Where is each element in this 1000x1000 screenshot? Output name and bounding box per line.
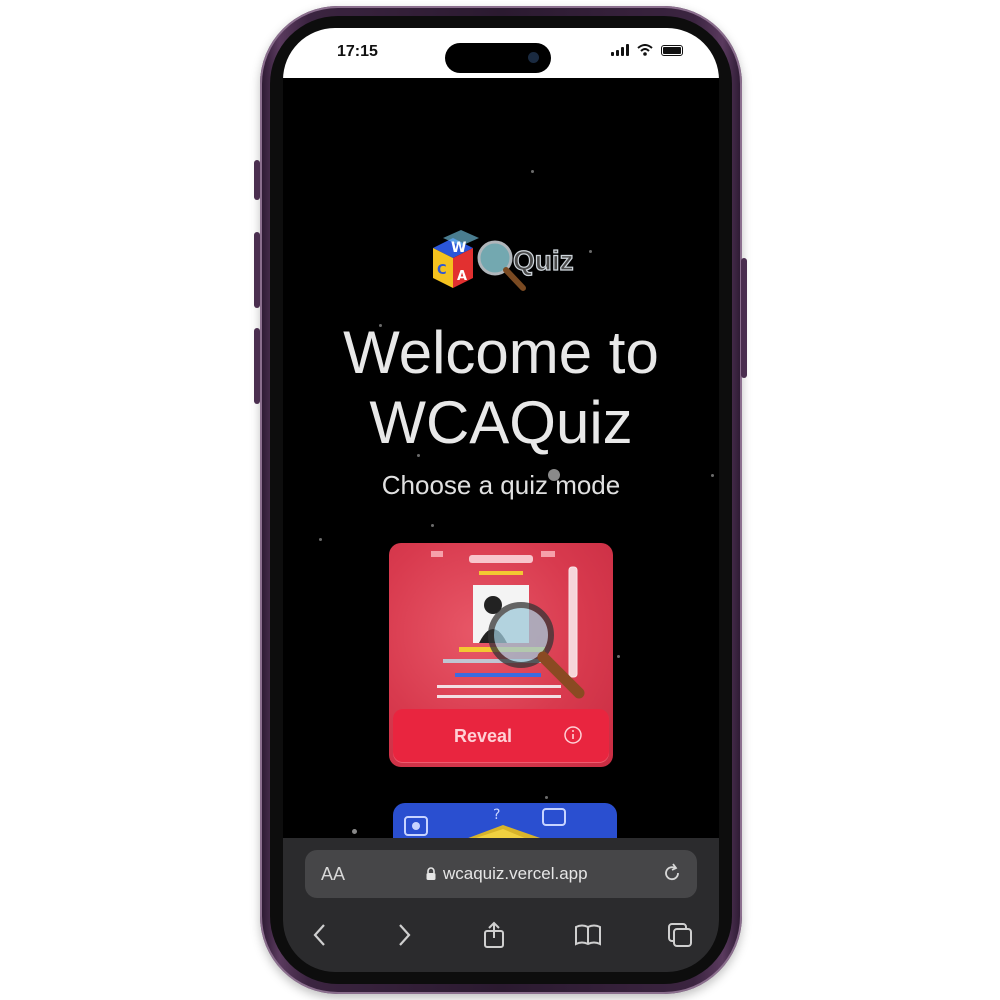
svg-text:A: A bbox=[457, 269, 467, 284]
question-mark-icon: ? bbox=[493, 807, 500, 823]
page-subtitle: Choose a quiz mode bbox=[381, 470, 621, 500]
back-icon[interactable] bbox=[305, 920, 335, 950]
status-icons bbox=[611, 44, 683, 56]
lock-icon bbox=[426, 867, 436, 880]
reveal-label: Reveal bbox=[453, 726, 513, 746]
svg-text:C: C bbox=[437, 263, 447, 278]
web-page: W C A Quiz Welcome to WCAQuiz Choose a q… bbox=[283, 78, 719, 863]
forward-icon[interactable] bbox=[389, 920, 419, 950]
camera-icon bbox=[528, 52, 539, 63]
reload-icon[interactable] bbox=[661, 862, 683, 884]
svg-text:W: W bbox=[451, 240, 466, 256]
info-icon[interactable] bbox=[563, 725, 583, 745]
reveal-button[interactable]: Reveal bbox=[393, 709, 609, 763]
logo-text: Quiz bbox=[513, 245, 574, 276]
navigation-toolbar bbox=[283, 914, 719, 958]
title-line-1: Welcome to bbox=[343, 319, 659, 386]
volume-down-button bbox=[254, 328, 260, 404]
browser-toolbar: AA wcaquiz.vercel.app bbox=[283, 838, 719, 972]
cellular-signal-icon bbox=[611, 44, 629, 56]
battery-icon bbox=[661, 44, 683, 56]
page-title: Welcome to WCAQuiz bbox=[283, 318, 719, 458]
power-button bbox=[741, 258, 747, 378]
tabs-icon[interactable] bbox=[665, 920, 695, 950]
star bbox=[531, 170, 534, 173]
star bbox=[319, 538, 322, 541]
star bbox=[617, 655, 620, 658]
url-display[interactable]: wcaquiz.vercel.app bbox=[425, 864, 588, 884]
star bbox=[545, 796, 548, 799]
star bbox=[431, 524, 434, 527]
reveal-mode-card[interactable]: Reveal bbox=[389, 543, 613, 767]
action-button bbox=[254, 160, 260, 200]
status-bar: 17:15 bbox=[283, 28, 719, 78]
reveal-card-illustration bbox=[431, 551, 585, 699]
bookmarks-icon[interactable] bbox=[573, 920, 603, 950]
url-text: wcaquiz.vercel.app bbox=[443, 864, 588, 883]
wifi-icon bbox=[637, 44, 653, 56]
title-line-2: WCAQuiz bbox=[369, 389, 633, 456]
share-icon[interactable] bbox=[479, 920, 509, 950]
reader-label: AA bbox=[321, 864, 346, 884]
reader-settings-button[interactable]: AA bbox=[321, 864, 345, 885]
status-time: 17:15 bbox=[337, 43, 378, 60]
address-bar[interactable]: AA wcaquiz.vercel.app bbox=[305, 850, 697, 898]
dynamic-island bbox=[445, 43, 551, 73]
star bbox=[589, 250, 592, 253]
volume-up-button bbox=[254, 232, 260, 308]
wcaquiz-logo: W C A Quiz bbox=[433, 230, 574, 291]
star bbox=[352, 829, 357, 834]
phone-screen: 17:15 W C A Quiz Welcome to WCAQuiz Choo… bbox=[283, 28, 719, 972]
